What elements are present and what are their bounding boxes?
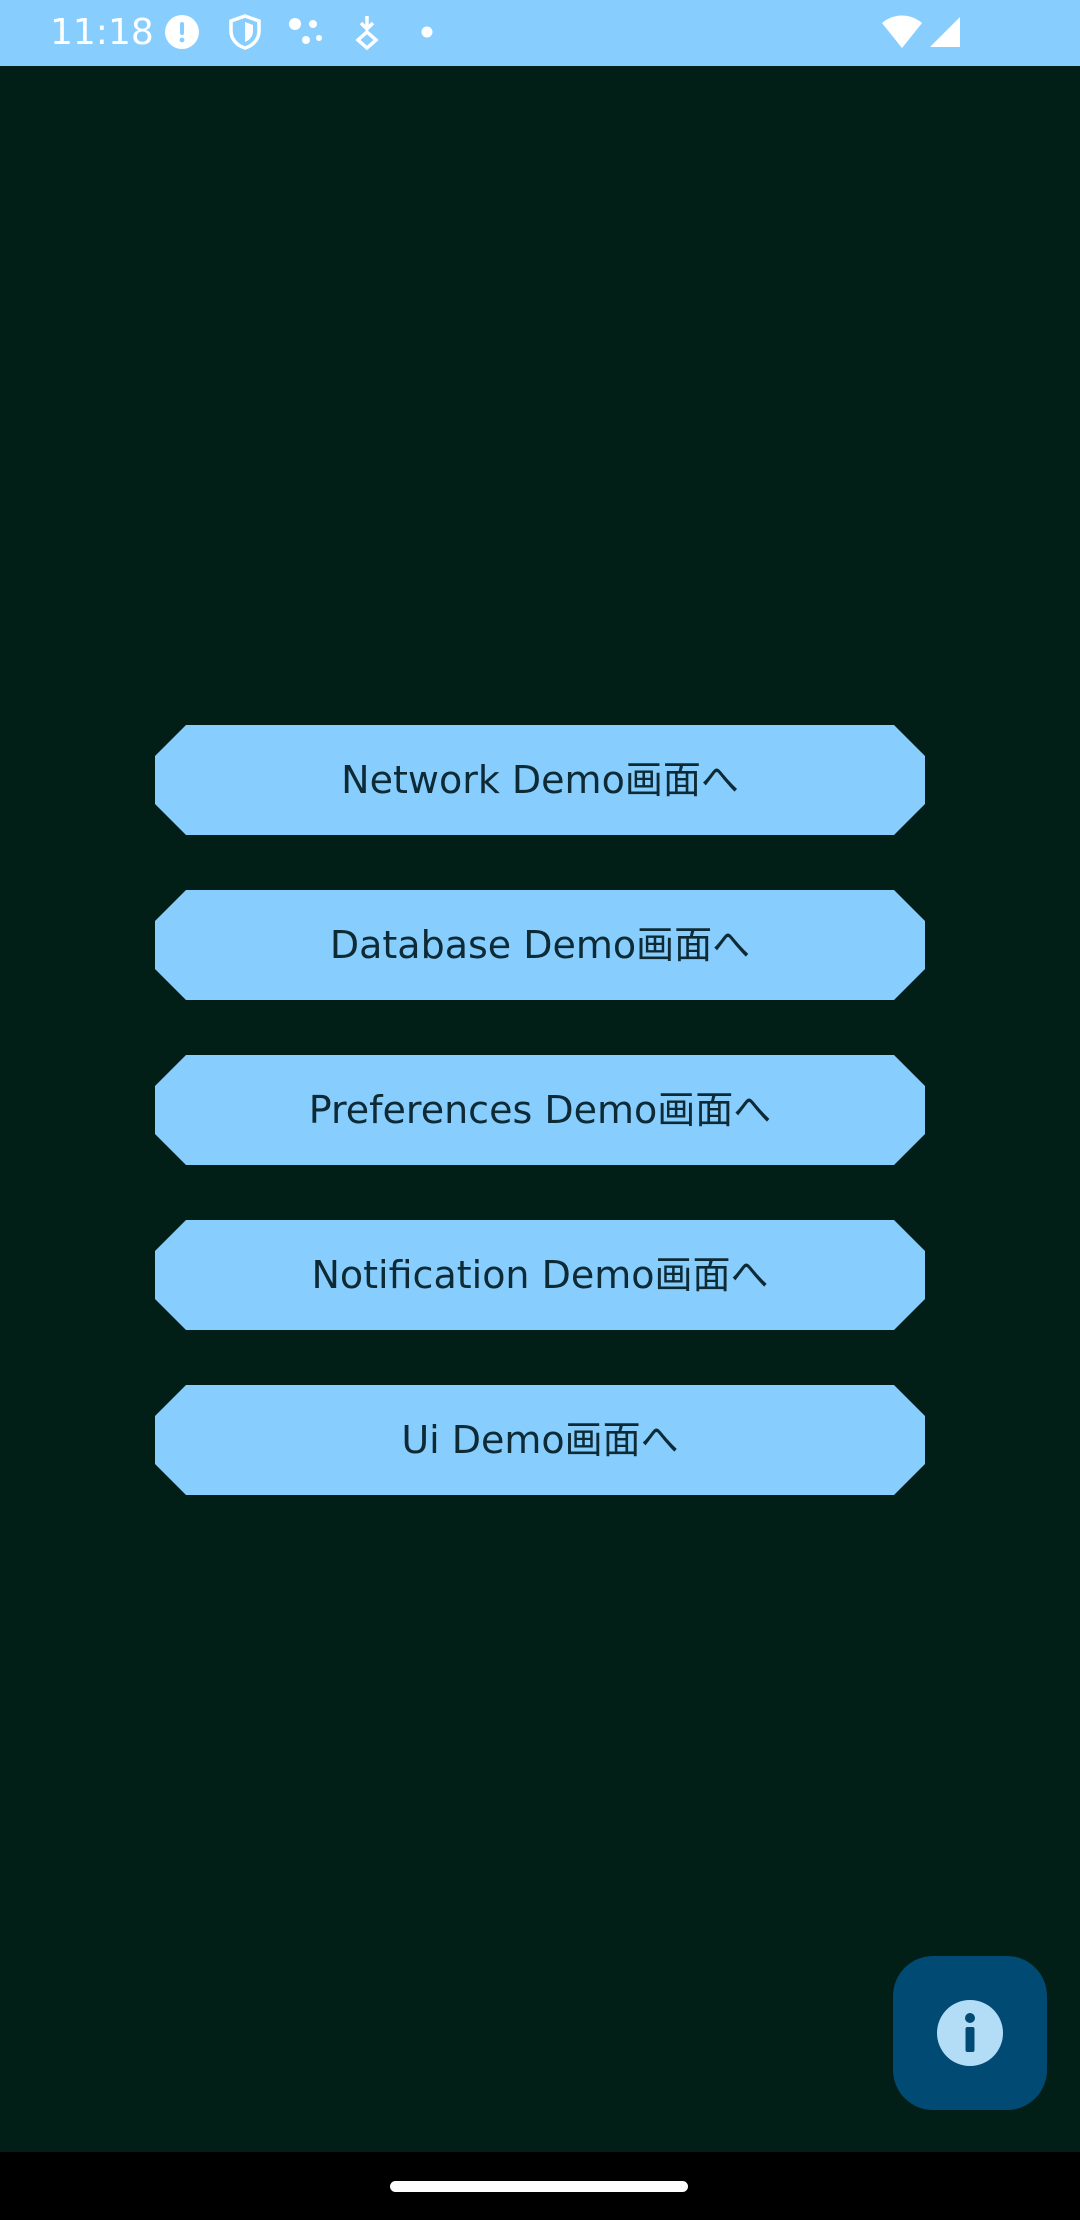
- alert-icon: [164, 14, 200, 50]
- ui-demo-button[interactable]: Ui Demo画面へ: [155, 1385, 925, 1495]
- info-fab[interactable]: [893, 1956, 1047, 2110]
- notification-demo-button[interactable]: Notification Demo画面へ: [155, 1220, 925, 1330]
- dot-icon: [420, 14, 434, 50]
- database-demo-button[interactable]: Database Demo画面へ: [155, 890, 925, 1000]
- network-demo-button[interactable]: Network Demo画面へ: [155, 725, 925, 835]
- wifi-icon: [880, 14, 924, 50]
- dots-icon: [286, 14, 324, 50]
- info-icon: [936, 1999, 1004, 2067]
- shield-icon: [228, 14, 262, 50]
- signal-icon: [928, 14, 962, 50]
- status-bar: 11:18: [0, 0, 1080, 66]
- preferences-demo-button[interactable]: Preferences Demo画面へ: [155, 1055, 925, 1165]
- home-gesture-handle[interactable]: [390, 2181, 688, 2192]
- status-time: 11:18: [50, 12, 154, 53]
- download-icon: [352, 14, 382, 50]
